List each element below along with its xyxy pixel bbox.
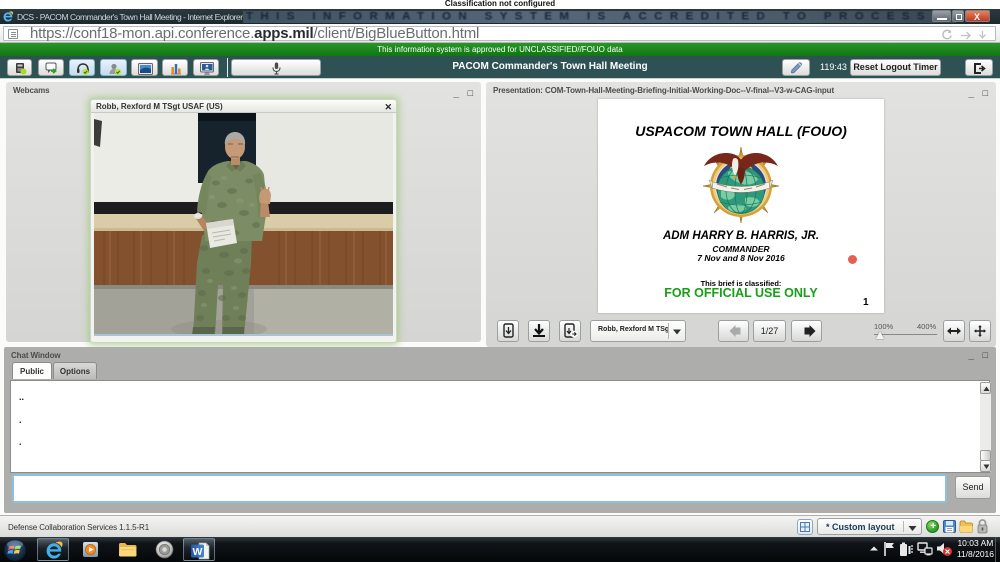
svg-text:W: W xyxy=(193,546,203,558)
